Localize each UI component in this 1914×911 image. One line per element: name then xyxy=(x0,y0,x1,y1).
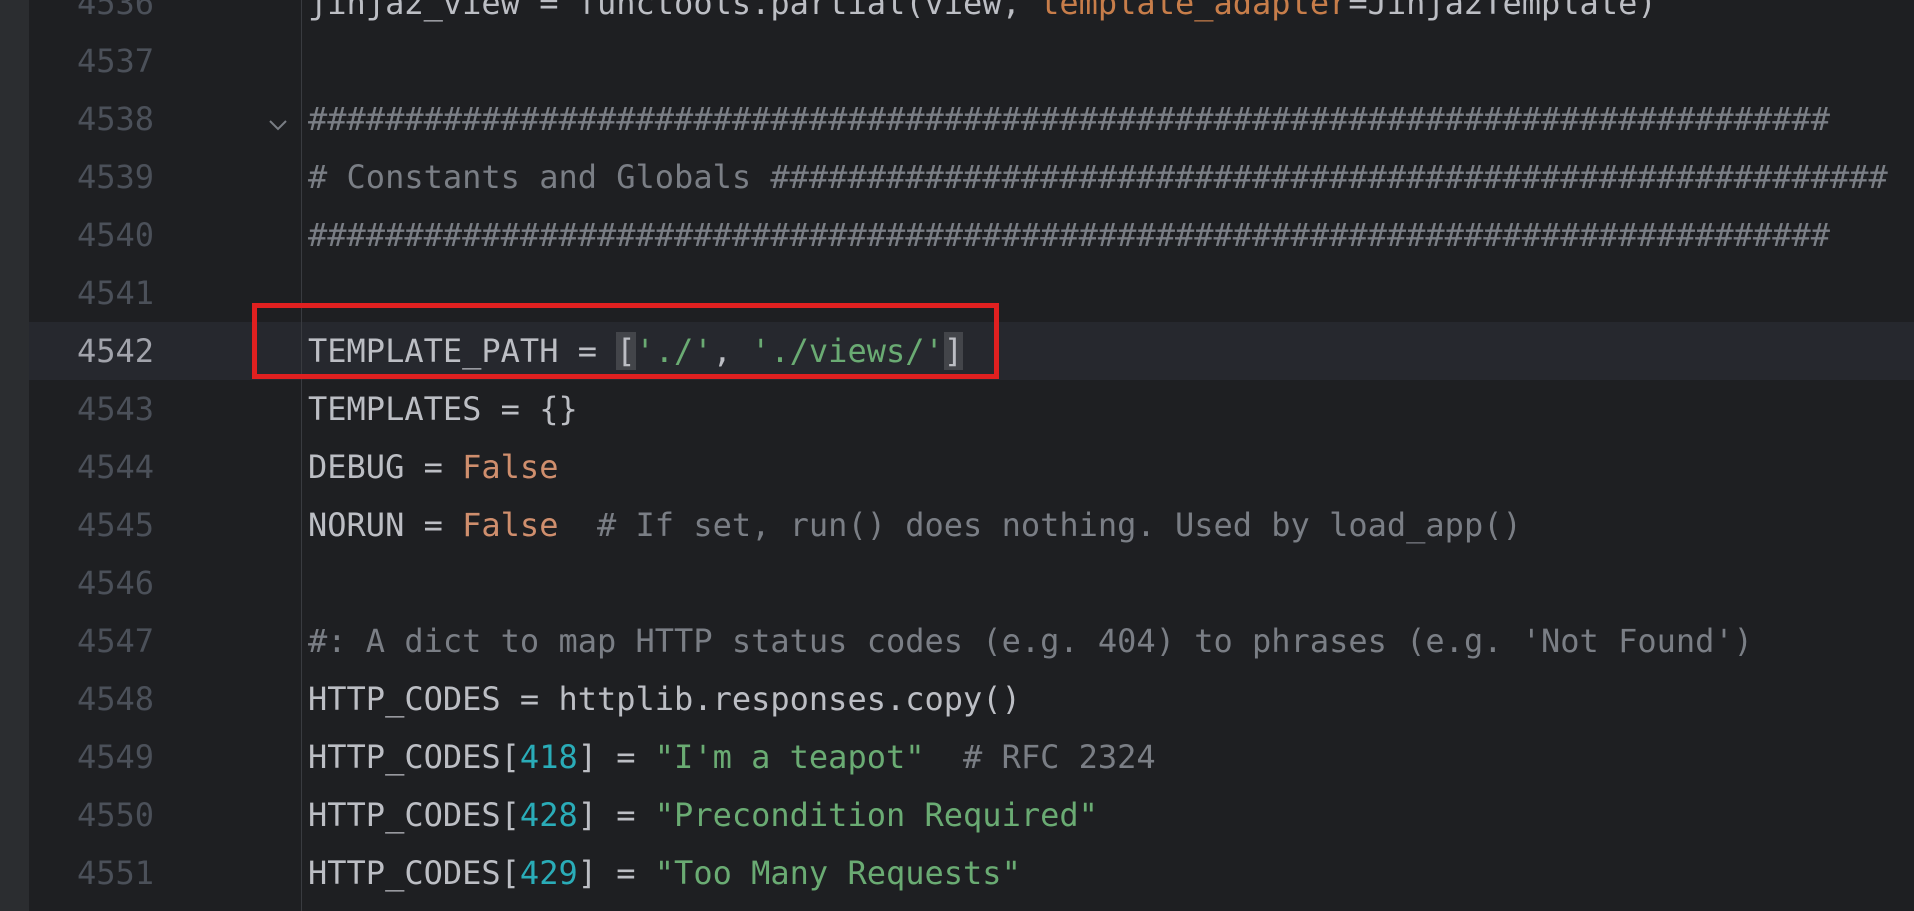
line-number[interactable]: 4547 xyxy=(29,612,154,670)
code-token-param: template_adapter xyxy=(1040,0,1349,22)
line-number[interactable]: 4545 xyxy=(29,496,154,554)
line-number[interactable]: 4540 xyxy=(29,206,154,264)
code-text[interactable]: jinja2_view = functools.partial(view, te… xyxy=(308,0,1657,32)
line-number[interactable]: 4537 xyxy=(29,32,154,90)
code-token-plain: ] = xyxy=(577,796,655,834)
code-line[interactable]: 4547 #: A dict to map HTTP status codes (… xyxy=(29,612,1914,670)
code-token-plain: DEBUG = xyxy=(308,448,463,486)
code-line[interactable]: 4551 HTTP_CODES[429] = "Too Many Requests… xyxy=(29,844,1914,902)
code-text[interactable]: NORUN = False # If set, run() does nothi… xyxy=(308,496,1522,554)
code-token-plain: ] = xyxy=(577,738,655,776)
code-text[interactable]: HTTP_CODES[429] = "Too Many Requests" xyxy=(308,844,1021,902)
code-token-plain: HTTP_CODES[ xyxy=(308,796,520,834)
code-line[interactable]: 4546 xyxy=(29,554,1914,612)
code-token-comment: #: A dict to map HTTP status codes (e.g.… xyxy=(308,622,1753,660)
highlight-annotation-box xyxy=(252,303,999,379)
line-number[interactable]: 4549 xyxy=(29,728,154,786)
line-number[interactable]: 4543 xyxy=(29,380,154,438)
code-token-plain: ] = xyxy=(577,854,655,892)
code-editor[interactable]: 4536 jinja2_view = functools.partial(view… xyxy=(0,0,1914,911)
gutter-divider xyxy=(301,0,302,911)
code-line[interactable]: 4549 HTTP_CODES[418] = "I'm a teapot" # R… xyxy=(29,728,1914,786)
code-token-string: "Too Many Requests" xyxy=(654,854,1021,892)
code-line[interactable]: 4537 xyxy=(29,32,1914,90)
code-token-keyword: False xyxy=(462,448,559,486)
code-line[interactable]: 4548 HTTP_CODES = httplib.responses.copy(… xyxy=(29,670,1914,728)
line-number[interactable]: 4539 xyxy=(29,148,154,206)
line-number[interactable]: 4550 xyxy=(29,786,154,844)
code-line[interactable]: 4543 TEMPLATES = {} xyxy=(29,380,1914,438)
editor-left-strip xyxy=(0,0,29,911)
code-line[interactable]: 4539 # Constants and Globals ############… xyxy=(29,148,1914,206)
code-line[interactable]: 4536 jinja2_view = functools.partial(view… xyxy=(29,0,1914,32)
code-token-comment: ########################################… xyxy=(308,100,1830,138)
code-token-number: 418 xyxy=(519,738,578,776)
code-token-number: 429 xyxy=(519,854,578,892)
line-number[interactable]: 4538 xyxy=(29,90,154,148)
fold-chevron-icon[interactable] xyxy=(266,107,290,131)
line-number[interactable]: 4541 xyxy=(29,264,154,322)
code-token-string: "Precondition Required" xyxy=(654,796,1098,834)
line-number[interactable]: 4536 xyxy=(29,0,154,32)
code-token-comment: # If set, run() does nothing. Used by lo… xyxy=(558,506,1522,544)
code-token-comment: # Constants and Globals ################… xyxy=(308,158,1888,196)
code-line[interactable]: 4544 DEBUG = False xyxy=(29,438,1914,496)
code-text[interactable]: TEMPLATES = {} xyxy=(308,380,578,438)
code-text[interactable]: ########################################… xyxy=(308,90,1830,148)
line-number[interactable]: 4542 xyxy=(29,322,154,380)
line-number[interactable]: 4544 xyxy=(29,438,154,496)
code-text[interactable]: HTTP_CODES[418] = "I'm a teapot" # RFC 2… xyxy=(308,728,1156,786)
code-token-number: 428 xyxy=(519,796,578,834)
code-text[interactable]: # Constants and Globals ################… xyxy=(308,148,1888,206)
code-line[interactable]: 4538 ####################################… xyxy=(29,90,1914,148)
code-text[interactable]: HTTP_CODES = httplib.responses.copy() xyxy=(308,670,1021,728)
code-line[interactable]: 4550 HTTP_CODES[428] = "Precondition Requ… xyxy=(29,786,1914,844)
line-number[interactable]: 4548 xyxy=(29,670,154,728)
code-line[interactable]: 4540 ####################################… xyxy=(29,206,1914,264)
code-text[interactable]: #: A dict to map HTTP status codes (e.g.… xyxy=(308,612,1753,670)
code-text[interactable]: DEBUG = False xyxy=(308,438,558,496)
code-text[interactable]: ########################################… xyxy=(308,206,1830,264)
code-token-plain: TEMPLATES = {} xyxy=(308,390,578,428)
code-token-plain: HTTP_CODES[ xyxy=(308,854,520,892)
code-token-keyword: False xyxy=(462,506,559,544)
code-token-comment: # RFC 2324 xyxy=(924,738,1156,776)
line-number[interactable]: 4551 xyxy=(29,844,154,902)
code-token-plain: HTTP_CODES[ xyxy=(308,738,520,776)
code-token-string: "I'm a teapot" xyxy=(654,738,925,776)
code-token-plain: HTTP_CODES = httplib.responses.copy() xyxy=(308,680,1021,718)
code-token-plain: NORUN = xyxy=(308,506,463,544)
line-number[interactable]: 4546 xyxy=(29,554,154,612)
code-line[interactable]: 4545 NORUN = False # If set, run() does n… xyxy=(29,496,1914,554)
code-text[interactable]: HTTP_CODES[428] = "Precondition Required… xyxy=(308,786,1098,844)
code-token-plain: =Jinja2Template) xyxy=(1348,0,1657,22)
code-token-comment: ########################################… xyxy=(308,216,1830,254)
code-token-plain: jinja2_view = functools.partial(view, xyxy=(308,0,1041,22)
